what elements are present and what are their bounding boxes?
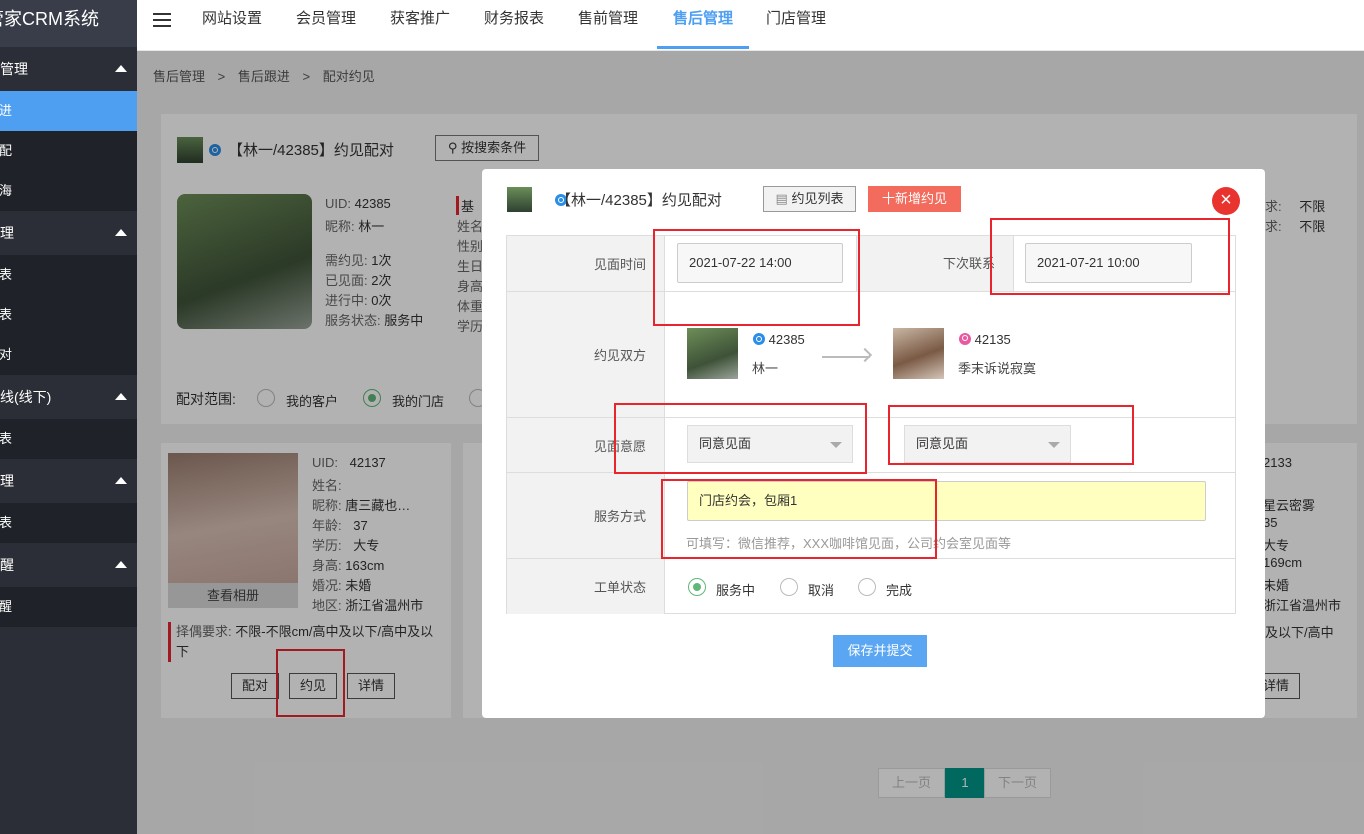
nav-site-settings[interactable]: 网站设置: [202, 0, 262, 49]
highlight-box: [888, 405, 1134, 465]
top-nav: 网站设置 会员管理 获客推广 财务报表 售前管理 售后管理 门店管理: [137, 0, 1364, 51]
sidebar-group-remind[interactable]: 提醒: [0, 543, 137, 587]
sidebar-item-assign[interactable]: 分配: [0, 131, 137, 171]
sidebar: 管家CRM系统 售管理 跟进 分配 公海 管理 列表 列表 配对 牵线(线下) …: [0, 0, 137, 834]
caret-up-icon: [115, 393, 127, 400]
status-label: 工单状态: [507, 559, 665, 614]
service-label: 服务方式: [507, 473, 665, 558]
party-b-avatar: [893, 328, 944, 379]
modal-title: 【林一/42385】约见配对: [556, 192, 722, 209]
male-icon: [753, 333, 765, 345]
sidebar-group-meet[interactable]: 管理: [0, 211, 137, 255]
party-b-name: 季末诉说寂寞: [958, 361, 1037, 376]
status-radio-done[interactable]: [858, 578, 876, 596]
nav-finance[interactable]: 财务报表: [484, 0, 544, 49]
nav-members[interactable]: 会员管理: [296, 0, 356, 49]
sidebar-group-ticket[interactable]: 管理: [0, 459, 137, 503]
sidebar-item-ticket-list[interactable]: 列表: [0, 503, 137, 543]
highlight-box: [653, 229, 860, 326]
meet-list-button[interactable]: ▤ 约见列表: [763, 186, 856, 212]
party-a-avatar: [687, 328, 738, 379]
caret-up-icon: [115, 229, 127, 236]
close-icon[interactable]: ×: [1212, 187, 1240, 215]
status-radio-cancel[interactable]: [780, 578, 798, 596]
save-submit-button[interactable]: 保存并提交: [833, 635, 927, 667]
sidebar-item-followup[interactable]: 跟进: [0, 91, 137, 131]
highlight-box: [661, 479, 937, 559]
add-meet-button[interactable]: 十新增约见: [868, 186, 961, 212]
app-logo: 管家CRM系统: [0, 0, 137, 47]
avatar: [507, 187, 532, 212]
sidebar-item-meet-list[interactable]: 列表: [0, 255, 137, 295]
party-a-uid: 42385: [768, 332, 805, 347]
sidebar-item-met-list[interactable]: 列表: [0, 295, 137, 335]
caret-up-icon: [115, 477, 127, 484]
parties-label: 约见双方: [507, 292, 665, 417]
sidebar-item-remind[interactable]: 提醒: [0, 587, 137, 627]
meet-time-label: 见面时间: [507, 236, 665, 291]
party-a-name: 林一: [752, 361, 779, 376]
status-radio-serving[interactable]: [688, 578, 706, 596]
sidebar-group-offline[interactable]: 牵线(线下): [0, 375, 137, 419]
party-b-uid: 42135: [974, 332, 1011, 347]
sidebar-item-pool[interactable]: 公海: [0, 171, 137, 211]
female-icon: [959, 333, 971, 345]
highlight-box: [990, 218, 1230, 295]
document-icon: ▤: [775, 191, 788, 206]
sidebar-group-aftersale[interactable]: 售管理: [0, 47, 137, 91]
nav-presale[interactable]: 售前管理: [578, 0, 638, 49]
nav-aftersale[interactable]: 售后管理: [657, 0, 750, 49]
nav-store[interactable]: 门店管理: [766, 0, 826, 49]
caret-up-icon: [115, 561, 127, 568]
menu-toggle-icon[interactable]: [153, 13, 171, 29]
caret-up-icon: [115, 65, 127, 72]
sidebar-item-pairing[interactable]: 配对: [0, 335, 137, 375]
nav-acquisition[interactable]: 获客推广: [390, 0, 450, 49]
sidebar-item-offline-list[interactable]: 列表: [0, 419, 137, 459]
highlight-box: [614, 403, 867, 474]
